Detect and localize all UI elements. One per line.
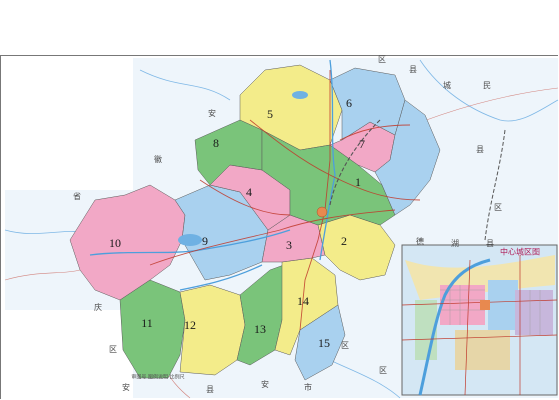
map-word: 区 [341,341,349,350]
map-word: 湖 [451,239,459,248]
map-word: 徽 [154,155,162,164]
map-word: 民 [483,81,491,90]
map-word: 省 [73,192,81,201]
district-label-15: 15 [318,336,330,350]
district-label-9: 9 [202,234,208,248]
district-label-11: 11 [141,316,153,330]
lake-2 [292,91,308,99]
district-label-3: 3 [286,238,292,252]
lake [178,234,202,246]
inset-title: 中心城区图 [500,247,540,257]
district-label-8: 8 [213,136,219,150]
district-label-5: 5 [267,107,273,121]
district-label-13: 13 [254,322,266,336]
map-word: 区 [109,345,117,354]
bottom-note: 审图号 图例说明 比例尺 [131,374,185,381]
district-label-7: 7 [359,137,365,151]
map-word: 安 [122,383,130,392]
district-label-14: 14 [297,294,309,308]
map-word: 德 [416,237,424,246]
inset-map [401,244,558,396]
map-word: 安 [208,109,216,118]
district-label-6: 6 [346,96,352,110]
map-canvas [4,58,559,399]
map-word: 城 [443,81,451,90]
map-word: 庆 [94,303,102,312]
city-center [316,206,328,218]
map-word: 县 [486,239,494,248]
map-word: 区 [494,203,502,212]
district-label-1: 1 [355,175,361,189]
map-word: 县 [409,65,417,74]
district-label-12: 12 [184,318,196,332]
district-label-10: 10 [109,236,121,250]
district-label-2: 2 [341,234,347,248]
map-word: 安 [261,380,269,389]
map-word: 区 [379,366,387,375]
map-word: 县 [206,385,214,394]
map-word: 市 [304,383,312,392]
map-word: 区 [378,55,386,64]
district-label-4: 4 [246,185,252,199]
map-word: 县 [476,145,484,154]
